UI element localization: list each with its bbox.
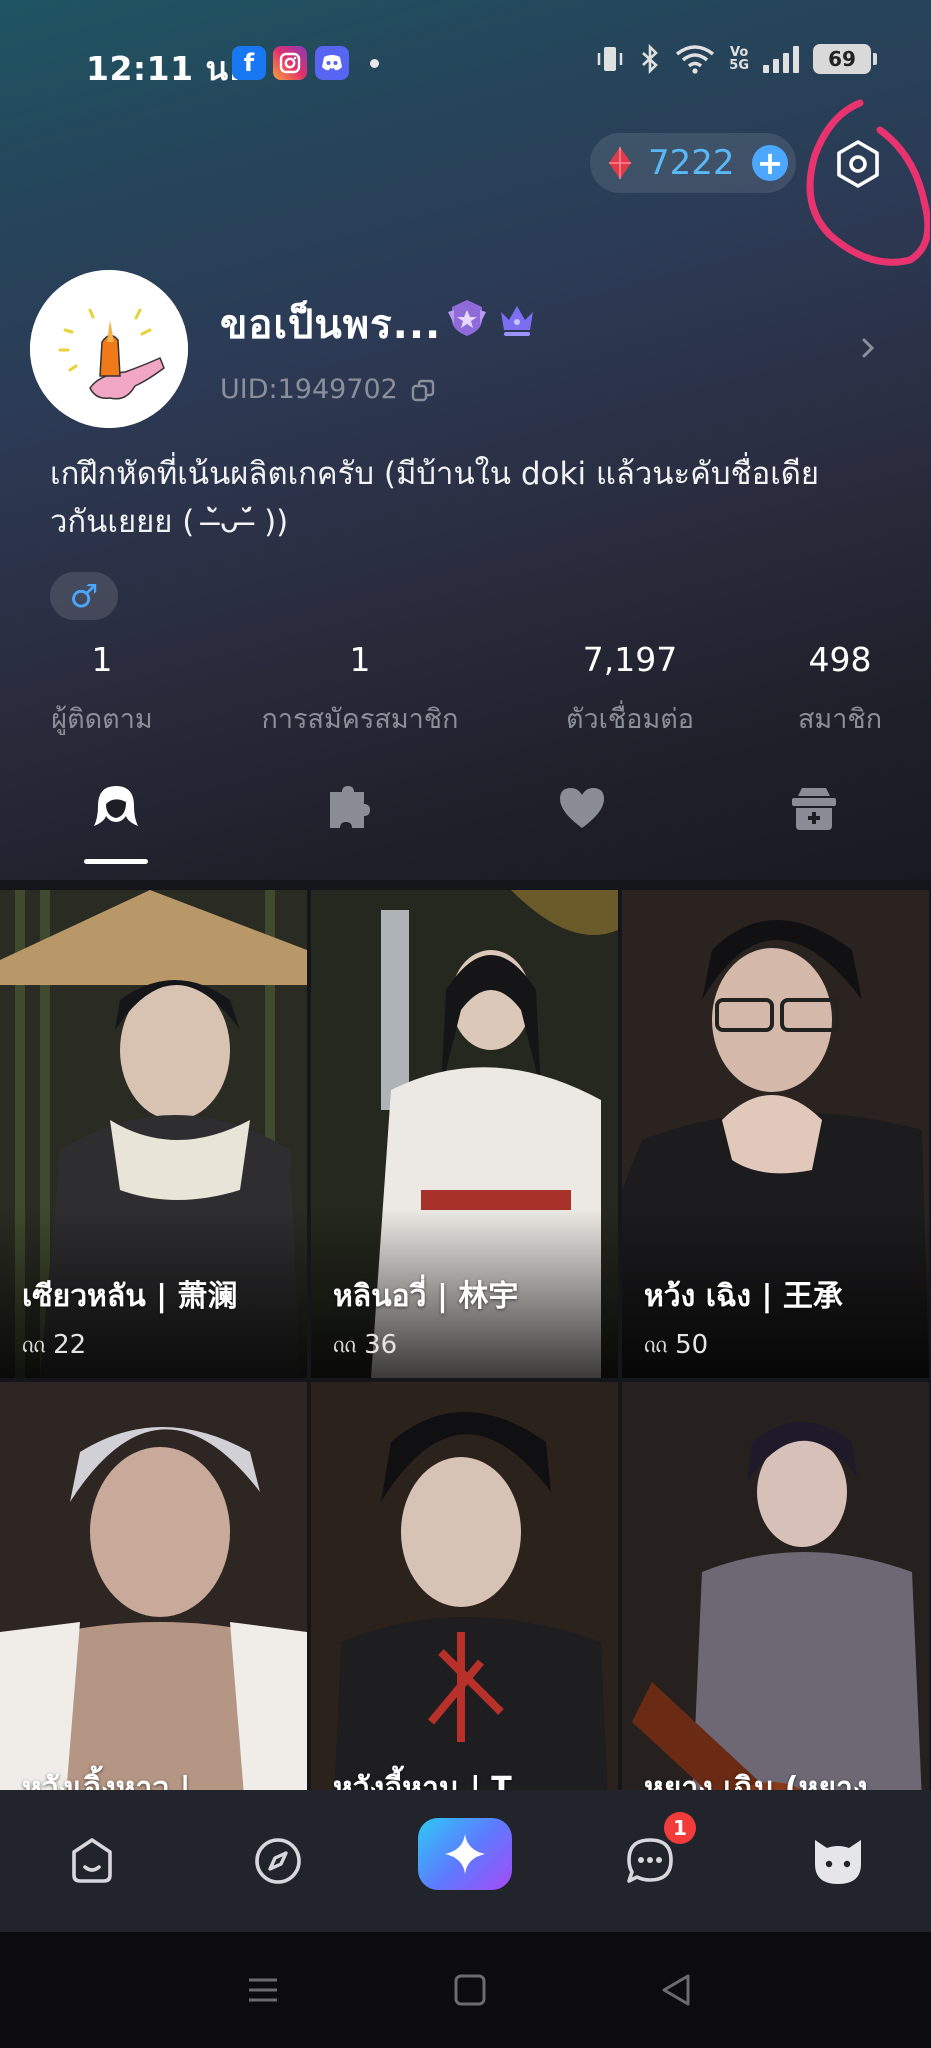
nav-home[interactable] <box>52 1790 132 1932</box>
tab-characters[interactable] <box>86 778 146 838</box>
character-name: เซียวหลัน | 萧澜 <box>22 1279 238 1314</box>
settings-icon[interactable] <box>832 138 884 190</box>
profile-stats: 1 ผู้ติดตาม 1 การสมัครสมาชิก 7,197 ตัวเช… <box>0 640 931 750</box>
chat-count: ᦶ 50 <box>644 1330 709 1360</box>
status-bar: 12:11 น. f Vo 5G 69 <box>0 36 931 92</box>
character-card[interactable]: หลินอวี่ | 林宇 ᦶ 36 <box>311 890 618 1378</box>
character-name: หวังอี้หาน | T <box>333 1771 512 1790</box>
gender-tag: ♂ <box>50 572 118 620</box>
system-navigation-bar <box>0 1932 931 2048</box>
avatar[interactable] <box>30 270 188 428</box>
tab-collection[interactable] <box>784 778 844 838</box>
add-gems-button[interactable]: + <box>752 145 788 181</box>
profile-tabs <box>0 778 931 868</box>
heart-tab-icon <box>560 788 604 828</box>
discover-icon <box>255 1838 301 1884</box>
unread-badge: 1 <box>664 1812 696 1844</box>
chevron-right-icon[interactable] <box>858 334 878 362</box>
character-portrait <box>622 1382 929 1790</box>
chat-count-icon: ᦶ <box>644 1330 668 1358</box>
chat-count-icon: ᦶ <box>333 1330 357 1358</box>
avatar-art <box>30 270 188 428</box>
active-tab-indicator <box>84 859 148 864</box>
stat-subscriptions[interactable]: 1 การสมัครสมาชิก <box>230 640 490 740</box>
profile-bio: เกฝึกหัดที่เน้นผลิตเกครับ (มีบ้านใน doki… <box>50 456 820 540</box>
copy-icon[interactable] <box>410 378 436 404</box>
character-name: หยาง เฉิน (หยาง <box>644 1771 868 1790</box>
facebook-icon: f <box>232 46 266 80</box>
character-card[interactable]: หวังอี้หาน | T <box>311 1382 618 1790</box>
tab-likes[interactable] <box>552 778 612 838</box>
character-card[interactable]: เซียวหลัน | 萧澜 ᦶ 22 <box>0 890 307 1378</box>
vip-crown-icon <box>501 306 533 336</box>
battery-icon: 69 <box>813 44 877 74</box>
user-id: UID:1949702 <box>220 374 398 405</box>
wifi-icon <box>676 45 715 74</box>
vibrate-icon <box>598 47 623 71</box>
nav-profile[interactable] <box>798 1790 878 1932</box>
discord-icon <box>315 46 349 80</box>
home-button-icon[interactable] <box>450 1970 490 2010</box>
network-type-label: Vo 5G <box>729 45 749 73</box>
male-icon: ♂ <box>69 577 99 615</box>
chat-count: ᦶ 36 <box>333 1330 398 1360</box>
gem-icon <box>609 147 631 179</box>
gem-balance[interactable]: 7222 + <box>590 133 796 193</box>
stat-connectors[interactable]: 7,197 ตัวเชื่อมต่อ <box>530 640 730 740</box>
chat-count-icon: ᦶ <box>22 1330 46 1358</box>
system-icons: Vo 5G 69 <box>595 44 877 74</box>
character-name: หว้ง เฉิง | 王承 <box>644 1279 843 1314</box>
characters-tab-icon <box>94 786 138 826</box>
gem-count: 7222 <box>648 143 735 183</box>
recent-apps-icon[interactable] <box>243 1970 283 2010</box>
character-card[interactable]: หว้ง เฉิง | 王承 ᦶ 50 <box>622 890 929 1378</box>
nav-create[interactable] <box>418 1818 512 1890</box>
home-icon <box>72 1838 112 1883</box>
nav-discover[interactable] <box>238 1790 318 1932</box>
back-icon[interactable] <box>656 1970 696 2010</box>
status-time: 12:11 น. <box>86 49 242 88</box>
character-card[interactable]: หวังเจิ้งหาว | <box>0 1382 307 1790</box>
messages-icon <box>627 1838 673 1883</box>
character-portrait <box>0 1382 307 1790</box>
signal-icon <box>763 45 799 73</box>
character-grid: เซียวหลัน | 萧澜 ᦶ 22 หลินอวี่ | 林宇 ᦶ 36 หว้… <box>0 890 931 1790</box>
bluetooth-icon <box>642 44 659 74</box>
notification-dot-icon <box>370 59 379 68</box>
character-portrait <box>311 1382 618 1790</box>
puzzle-tab-icon <box>330 786 370 828</box>
chest-tab-icon <box>792 788 836 830</box>
username: ขอเป็นพร... <box>220 302 442 348</box>
character-name: หลินอวี่ | 林宇 <box>333 1279 519 1314</box>
bottom-navigation: 1 <box>0 1790 931 1932</box>
battery-level: 69 <box>828 47 856 71</box>
character-name: หวังเจิ้งหาว | <box>22 1771 191 1790</box>
tab-puzzle[interactable] <box>318 778 378 838</box>
stat-followers[interactable]: 1 ผู้ติดตาม <box>22 640 182 740</box>
instagram-icon <box>273 46 307 80</box>
chat-count: ᦶ 22 <box>22 1330 87 1360</box>
character-card[interactable]: หยาง เฉิน (หยาง <box>622 1382 929 1790</box>
profile-icon <box>815 1840 861 1884</box>
stat-members[interactable]: 498 สมาชิก <box>770 640 910 740</box>
create-icon <box>445 1834 485 1874</box>
rank-shield-icon <box>448 300 486 336</box>
